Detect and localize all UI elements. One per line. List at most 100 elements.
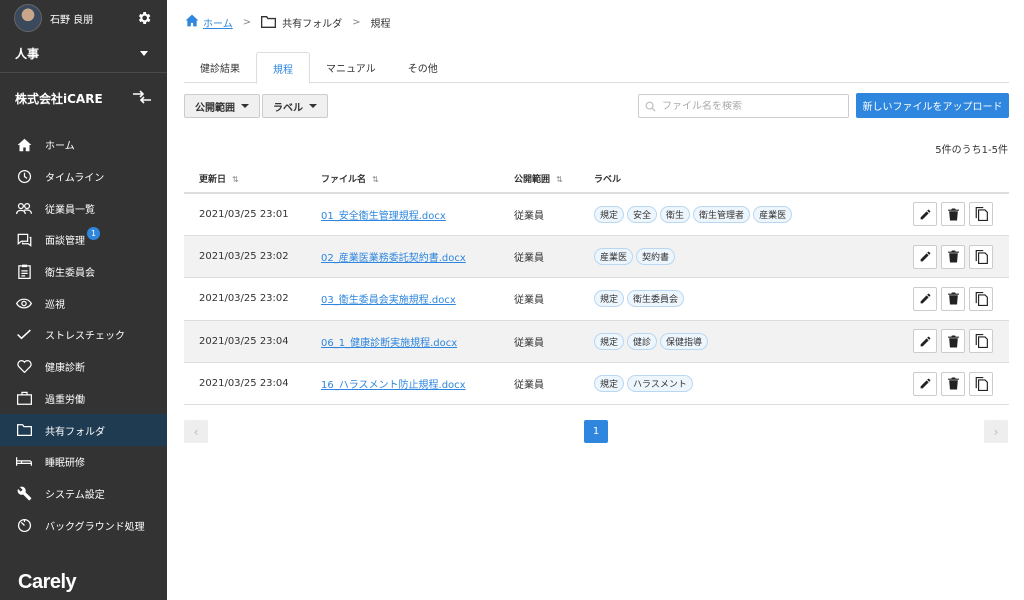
sidebar-item-health-checkup[interactable]: 健康診断: [0, 351, 167, 383]
tab-manual[interactable]: マニュアル: [310, 52, 392, 83]
home-icon: [16, 137, 32, 153]
pagination-page-1[interactable]: 1: [584, 420, 608, 443]
sort-icon[interactable]: ⇅: [232, 175, 239, 184]
cell-labels: 規定 衛生委員会: [579, 277, 891, 321]
chevron-down-icon: [309, 104, 317, 108]
cell-filename: 06_1_健康診断実施規程.docx: [306, 320, 499, 364]
label-chip[interactable]: 衛生管理者: [693, 205, 751, 223]
bed-icon: [16, 454, 32, 470]
scope-filter-button[interactable]: 公開範囲: [184, 94, 260, 118]
switch-icon[interactable]: [132, 89, 152, 107]
pagination-prev-button[interactable]: ‹: [184, 420, 208, 443]
avatar[interactable]: [14, 4, 42, 32]
sidebar-item-label: 従業員一覧: [45, 204, 95, 216]
breadcrumb-folder[interactable]: 共有フォルダ: [282, 15, 342, 30]
sidebar-item-home[interactable]: ホーム: [0, 129, 167, 161]
user-name: 石野 良朋: [50, 14, 94, 26]
sidebar-item-patrol[interactable]: 巡視: [0, 287, 167, 319]
upload-file-button[interactable]: 新しいファイルをアップロード: [856, 93, 1009, 118]
label-chip[interactable]: 産業医: [594, 248, 634, 266]
eye-icon: [16, 295, 32, 311]
breadcrumb: ホーム > 共有フォルダ > 規程: [185, 14, 390, 30]
column-header-filename[interactable]: ファイル名 ⇅: [306, 164, 499, 194]
pencil-icon: [919, 208, 932, 221]
breadcrumb-current: 規程: [370, 18, 391, 30]
label-chip[interactable]: 衛生: [660, 205, 691, 223]
department-select[interactable]: 人事: [0, 36, 167, 70]
delete-button[interactable]: [941, 329, 965, 354]
cell-filename: 16_ハラスメント防止規程.docx: [306, 362, 499, 406]
delete-button[interactable]: [941, 202, 965, 227]
breadcrumb-home-link[interactable]: ホーム: [203, 15, 233, 30]
sidebar-item-stress-check[interactable]: ストレスチェック: [0, 319, 167, 351]
clock-icon: [16, 169, 32, 185]
sidebar-item-sleep-training[interactable]: 睡眠研修: [0, 446, 167, 478]
label-filter-label: ラベル: [273, 102, 303, 114]
label-chip[interactable]: 安全: [627, 205, 658, 223]
edit-button[interactable]: [913, 202, 937, 227]
label-chip[interactable]: 規定: [594, 290, 625, 308]
copy-button[interactable]: [969, 202, 993, 227]
sidebar-item-overwork[interactable]: 過重労働: [0, 383, 167, 415]
pencil-icon: [919, 335, 932, 348]
column-header-scope[interactable]: 公開範囲 ⇅: [499, 164, 579, 194]
file-link[interactable]: 06_1_健康診断実施規程.docx: [321, 338, 457, 349]
home-icon[interactable]: [185, 14, 199, 30]
edit-button[interactable]: [913, 286, 937, 311]
file-link[interactable]: 01_安全衛生管理規程.docx: [321, 211, 446, 222]
edit-button[interactable]: [913, 371, 937, 396]
label-chip[interactable]: 健診: [627, 332, 658, 350]
copy-icon: [975, 334, 988, 349]
label-chip[interactable]: 衛生委員会: [627, 290, 685, 308]
tab-checkup-results[interactable]: 健診結果: [184, 52, 256, 83]
label-chip[interactable]: 規定: [594, 375, 625, 393]
sidebar-item-employees[interactable]: 従業員一覧: [0, 192, 167, 224]
sort-icon[interactable]: ⇅: [556, 175, 563, 184]
sidebar-item-interviews[interactable]: 面談管理 1: [0, 224, 167, 256]
user-row[interactable]: 石野 良朋: [0, 0, 167, 36]
search-box[interactable]: [638, 94, 849, 118]
label-chip[interactable]: 契約書: [636, 248, 676, 266]
file-link[interactable]: 03_衛生委員会実施規程.docx: [321, 295, 456, 306]
pagination-next-button[interactable]: ›: [984, 420, 1008, 443]
copy-icon: [975, 249, 988, 264]
copy-button[interactable]: [969, 244, 993, 269]
sidebar-item-label: 睡眠研修: [45, 458, 85, 470]
column-header-updated[interactable]: 更新日 ⇅: [184, 164, 306, 194]
label-chip[interactable]: 規定: [594, 332, 625, 350]
breadcrumb-separator: >: [352, 16, 361, 28]
pencil-icon: [919, 377, 932, 390]
sidebar-item-health-committee[interactable]: 衛生委員会: [0, 256, 167, 288]
delete-button[interactable]: [941, 286, 965, 311]
cell-actions: [891, 320, 1009, 364]
label-chip[interactable]: 産業医: [753, 205, 793, 223]
sidebar-item-system-settings[interactable]: システム設定: [0, 478, 167, 510]
search-input[interactable]: [662, 100, 832, 112]
cell-filename: 01_安全衛生管理規程.docx: [306, 193, 499, 236]
edit-button[interactable]: [913, 329, 937, 354]
file-link[interactable]: 02_産業医業務委託契約書.docx: [321, 253, 466, 264]
copy-icon: [975, 291, 988, 306]
label-chip[interactable]: 規定: [594, 205, 625, 223]
sidebar-item-shared-folder[interactable]: 共有フォルダ: [0, 414, 167, 446]
divider: [0, 72, 167, 73]
tab-other[interactable]: その他: [392, 52, 454, 83]
sort-icon[interactable]: ⇅: [372, 175, 379, 184]
company-row[interactable]: 株式会社iCARE: [0, 75, 167, 121]
copy-button[interactable]: [969, 329, 993, 354]
delete-button[interactable]: [941, 371, 965, 396]
gear-icon[interactable]: [135, 9, 153, 27]
sidebar-item-background-jobs[interactable]: バックグラウンド処理: [0, 509, 167, 541]
label-chip[interactable]: ハラスメント: [627, 375, 693, 393]
copy-button[interactable]: [969, 371, 993, 396]
delete-button[interactable]: [941, 244, 965, 269]
edit-button[interactable]: [913, 244, 937, 269]
file-link[interactable]: 16_ハラスメント防止規程.docx: [321, 380, 466, 391]
sidebar-item-label: 巡視: [45, 299, 65, 311]
label-filter-button[interactable]: ラベル: [262, 94, 328, 118]
copy-button[interactable]: [969, 286, 993, 311]
sidebar-item-timeline[interactable]: タイムライン: [0, 161, 167, 193]
label-chip[interactable]: 保健指導: [660, 332, 709, 350]
tab-regulations[interactable]: 規程: [256, 52, 310, 84]
cell-updated: 2021/03/25 23:04: [184, 362, 306, 406]
